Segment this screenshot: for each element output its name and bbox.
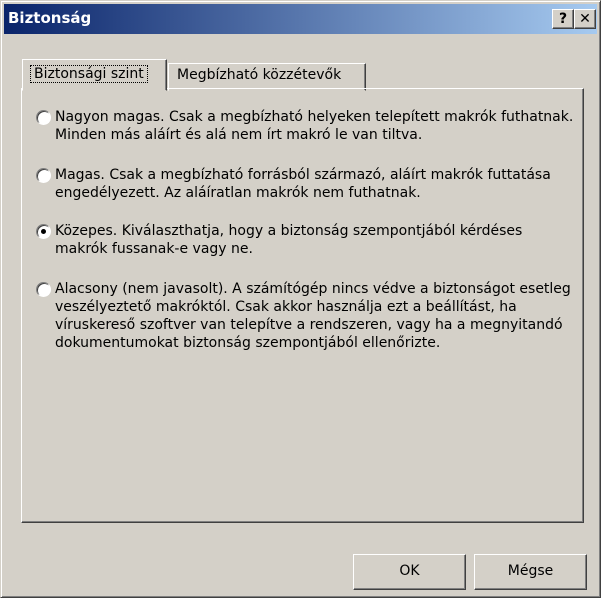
help-icon[interactable]: ? xyxy=(552,9,574,29)
tab-trusted-publishers[interactable]: Megbízható közzétevők xyxy=(168,63,366,91)
option-text: Közepes. Kiválaszthatja, hogy a biztonsá… xyxy=(55,223,523,257)
tab-security-level[interactable]: Biztonsági szint xyxy=(22,59,167,91)
tab-label: Megbízható közzétevők xyxy=(177,67,342,83)
security-dialog: Biztonság ? ✕ Biztonsági szint Megbízhat… xyxy=(0,0,601,598)
title-bar[interactable]: Biztonság ? ✕ xyxy=(4,4,597,34)
tab-label: Biztonsági szint xyxy=(30,65,148,83)
radio-very-high[interactable] xyxy=(36,110,51,125)
radio-low[interactable] xyxy=(36,282,51,297)
ok-button[interactable]: OK xyxy=(353,554,466,590)
radio-medium[interactable] xyxy=(36,224,51,239)
radio-high[interactable] xyxy=(36,168,51,183)
option-text: Alacsony (nem javasolt). A számítógép ni… xyxy=(55,281,571,351)
close-icon[interactable]: ✕ xyxy=(574,9,596,29)
window-title: Biztonság xyxy=(8,9,92,27)
option-text: Magas. Csak a megbízható forrásból szárm… xyxy=(55,167,551,201)
option-text: Nagyon magas. Csak a megbízható helyeken… xyxy=(55,109,574,143)
cancel-button[interactable]: Mégse xyxy=(474,554,587,590)
